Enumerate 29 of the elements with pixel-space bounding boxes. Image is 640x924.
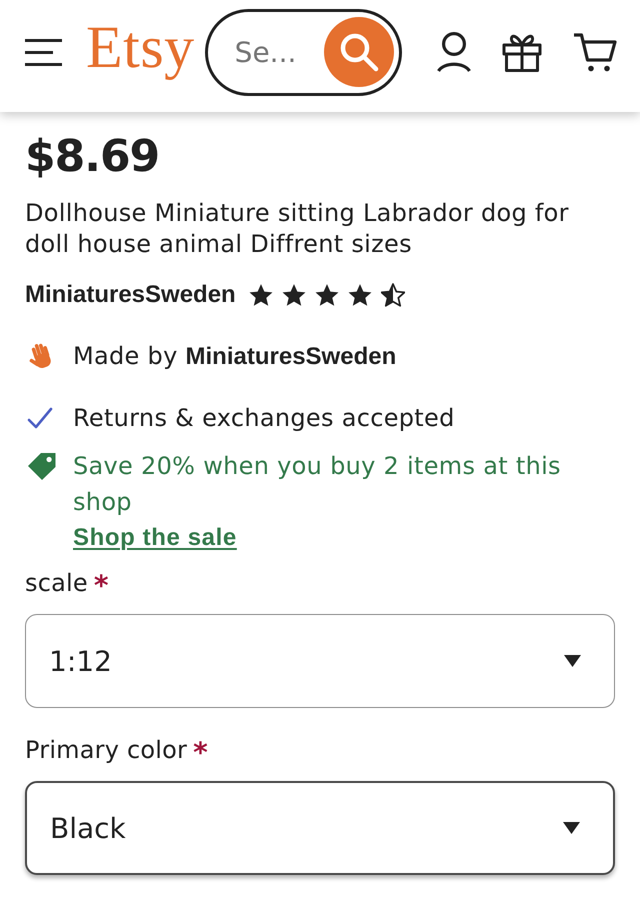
product-title: Dollhouse Miniature sitting Labrador dog for doll house animal Diffrent sizes: [25, 198, 570, 260]
required-asterisk: *: [193, 738, 208, 768]
field-label: scale: [25, 568, 88, 598]
maker-text: Made by MiniaturesSweden: [73, 341, 396, 372]
user-icon[interactable]: [437, 32, 471, 72]
check-icon: [27, 407, 53, 429]
search-field[interactable]: Se...: [234, 34, 307, 70]
menu-icon[interactable]: [25, 38, 62, 66]
caret-icon: [564, 655, 581, 667]
search-icon: [338, 32, 379, 72]
star-icon: [248, 283, 273, 307]
star-icon: [348, 283, 372, 307]
price: $8.69: [25, 131, 160, 183]
shop-name-link[interactable]: MiniaturesSweden: [25, 280, 236, 310]
star-icon: [282, 283, 306, 307]
select-field[interactable]: 1:12: [25, 614, 615, 708]
field-label: Primary color: [25, 735, 188, 765]
gift-icon[interactable]: [502, 32, 542, 72]
required-asterisk: *: [94, 571, 108, 601]
perk-text: Returns & exchanges accepted: [73, 403, 455, 434]
select-field[interactable]: Black: [25, 781, 615, 875]
tag-icon: [27, 451, 57, 481]
shop-sale-link[interactable]: Shop the sale: [73, 520, 237, 556]
cart-icon[interactable]: [573, 32, 617, 72]
perk-text: Save 20% when you buy 2 items at this shop: [73, 451, 562, 518]
star-icon: [314, 283, 339, 307]
caret-icon: [563, 822, 580, 834]
search-button[interactable]: [324, 17, 394, 87]
star-icon: [380, 283, 405, 307]
